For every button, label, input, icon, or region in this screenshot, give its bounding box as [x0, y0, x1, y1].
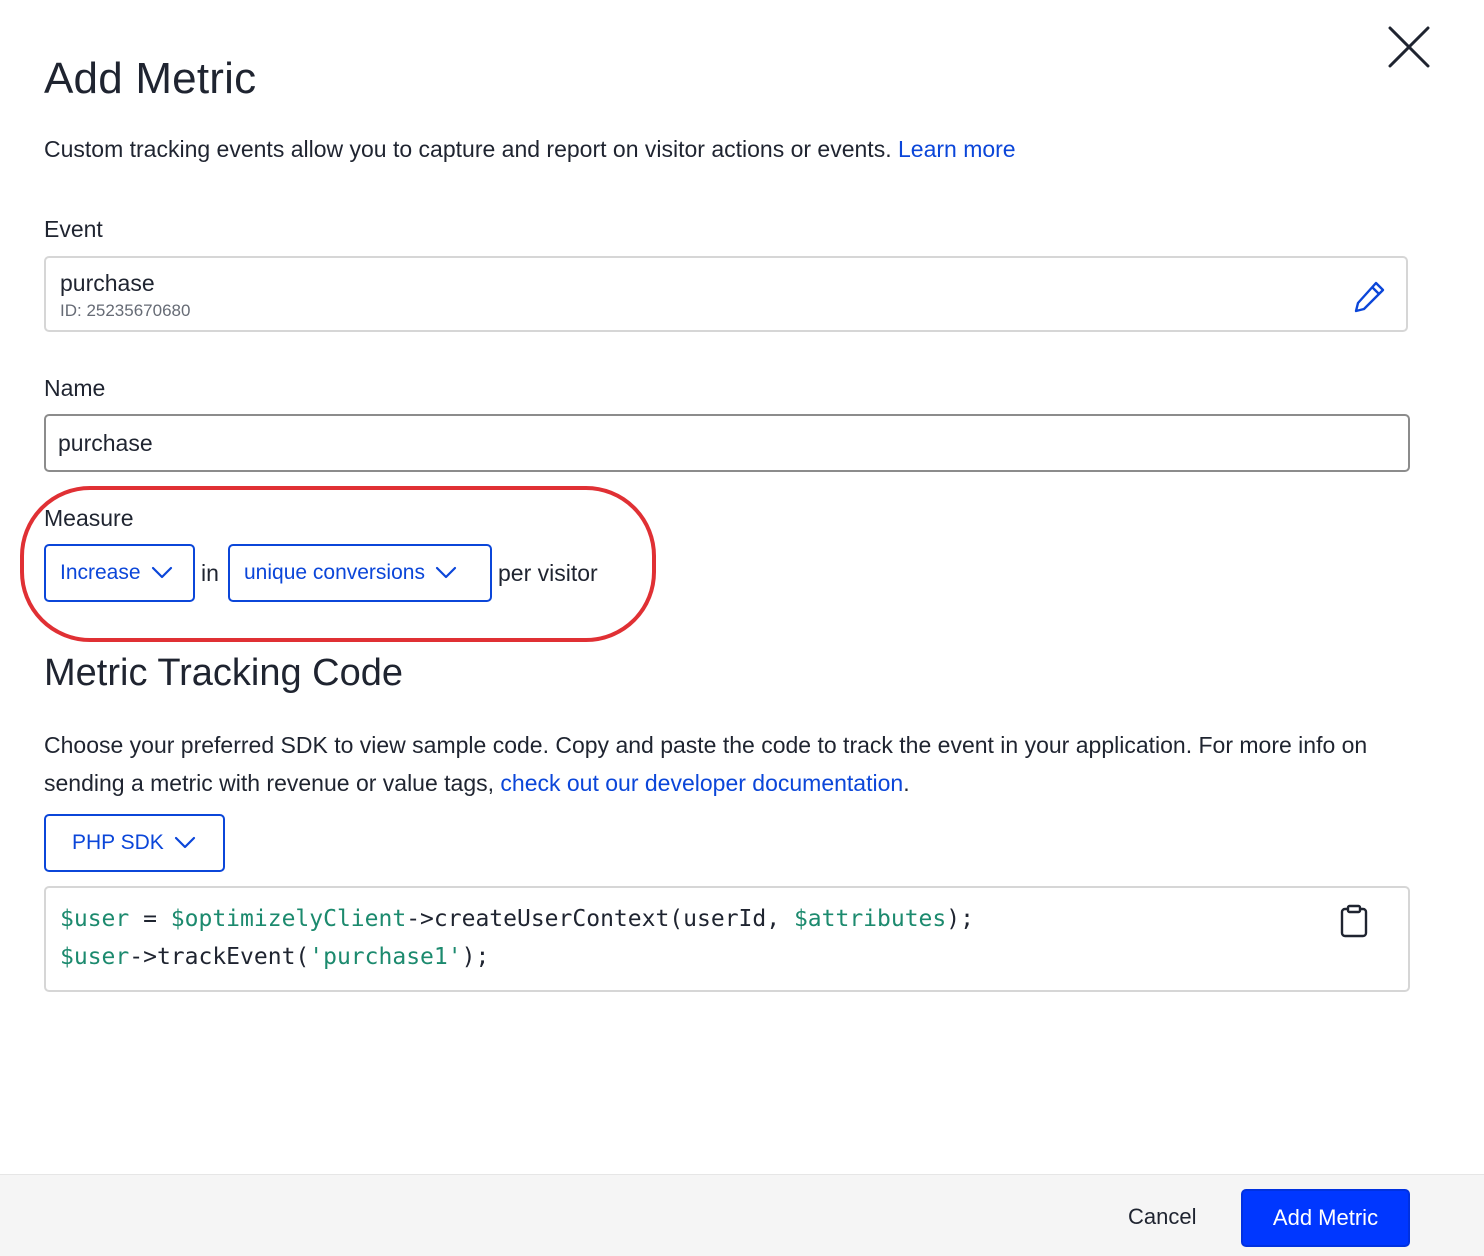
developer-docs-link[interactable]: check out our developer documentation	[500, 770, 903, 796]
event-field: purchase ID: 25235670680	[44, 256, 1408, 332]
measure-suffix: per visitor	[498, 560, 598, 586]
event-name: purchase	[60, 270, 155, 296]
event-id: ID: 25235670680	[60, 301, 191, 320]
copy-code-button[interactable]	[1340, 904, 1368, 938]
code-token: $user	[60, 944, 130, 970]
chevron-down-icon	[435, 566, 457, 579]
code-token: =	[129, 906, 171, 932]
learn-more-link[interactable]: Learn more	[898, 136, 1016, 162]
code-token: );	[946, 906, 974, 932]
code-token: 'purchase1'	[309, 944, 462, 970]
code-token: ->createUserContext(userId,	[406, 906, 794, 932]
clipboard-icon	[1340, 904, 1368, 938]
event-label: Event	[44, 216, 103, 242]
intro-text: Custom tracking events allow you to capt…	[44, 136, 1016, 163]
close-button[interactable]	[1384, 22, 1434, 72]
intro-description: Custom tracking events allow you to capt…	[44, 136, 892, 162]
direction-select[interactable]: Increase	[44, 544, 195, 602]
doc-link-suffix: .	[903, 770, 910, 796]
dialog-title: Add Metric	[44, 54, 257, 103]
add-metric-button[interactable]: Add Metric	[1241, 1189, 1410, 1247]
code-token: );	[461, 944, 490, 970]
code-sample: $user = $optimizelyClient->createUserCon…	[44, 886, 1410, 992]
metric-type-select[interactable]: unique conversions	[228, 544, 492, 602]
sdk-selected-value: PHP SDK	[72, 831, 164, 854]
tracking-section-title: Metric Tracking Code	[44, 652, 404, 694]
chevron-down-icon	[151, 566, 172, 579]
measure-connector: in	[201, 560, 219, 586]
edit-event-button[interactable]	[1352, 278, 1388, 314]
name-input[interactable]	[44, 414, 1410, 472]
dialog-footer: Cancel Add Metric	[0, 1174, 1484, 1256]
tracking-description: Choose your preferred SDK to view sample…	[44, 726, 1384, 802]
metric-type-selected-value: unique conversions	[244, 561, 425, 584]
name-label: Name	[44, 375, 106, 401]
chevron-down-icon	[174, 836, 195, 849]
code-token: ->trackEvent(	[129, 944, 310, 970]
code-token: $user	[60, 906, 130, 932]
code-line-1: $user = $optimizelyClient->createUserCon…	[60, 906, 974, 932]
direction-selected-value: Increase	[60, 561, 141, 584]
code-token: $attributes	[793, 906, 947, 932]
add-metric-dialog: Add Metric Custom tracking events allow …	[0, 0, 1484, 1256]
close-icon	[1388, 26, 1430, 68]
code-token: $optimizelyClient	[170, 906, 407, 932]
measure-label: Measure	[44, 505, 134, 531]
sdk-select[interactable]: PHP SDK	[44, 814, 225, 872]
pencil-icon	[1354, 281, 1385, 313]
cancel-button[interactable]: Cancel	[1112, 1189, 1212, 1245]
code-line-2: $user->trackEvent('purchase1');	[60, 944, 489, 970]
